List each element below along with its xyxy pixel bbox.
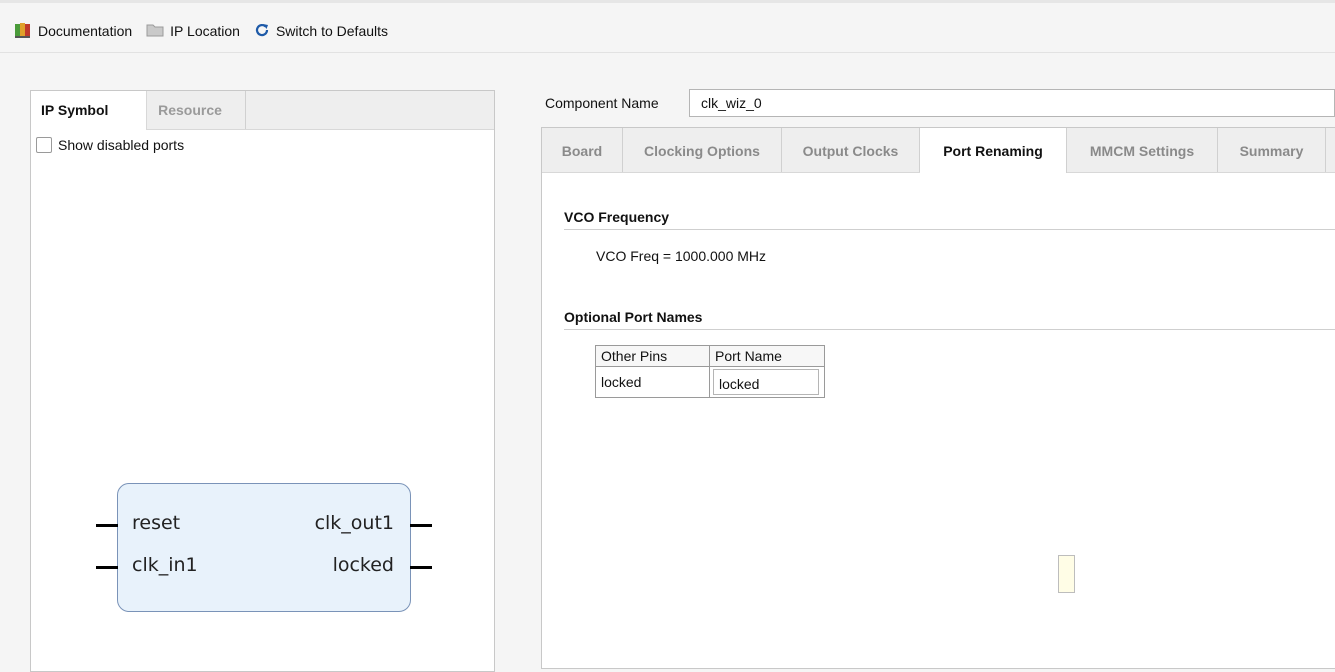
top-border bbox=[0, 0, 1335, 3]
pin-label-clk-in1: clk_in1 bbox=[132, 554, 198, 576]
folder-icon bbox=[146, 22, 164, 41]
vco-frequency-title: VCO Frequency bbox=[564, 209, 670, 225]
optional-port-names-title: Optional Port Names bbox=[564, 309, 703, 325]
show-disabled-ports-checkbox[interactable] bbox=[36, 137, 52, 153]
pin-label-reset: reset bbox=[132, 512, 181, 534]
documentation-label: Documentation bbox=[38, 23, 133, 39]
show-disabled-ports-label: Show disabled ports bbox=[58, 137, 185, 153]
table-header-row: Other Pins Port Name bbox=[595, 345, 825, 367]
book-icon bbox=[14, 21, 32, 42]
ip-symbol-block: reset clk_in1 clk_out1 locked bbox=[96, 483, 432, 612]
pin-locked-line bbox=[410, 566, 432, 569]
vco-freq-value: VCO Freq = 1000.000 MHz bbox=[596, 248, 767, 264]
pin-clk-out1-line bbox=[410, 524, 432, 527]
pin-reset-line bbox=[96, 524, 118, 527]
header-port-name: Port Name bbox=[709, 345, 825, 367]
pin-label-clk-out1: clk_out1 bbox=[314, 512, 394, 534]
left-tab-bar: IP Symbol Resource bbox=[31, 91, 494, 130]
ip-symbol-panel: IP Symbol Resource Show disabled ports r… bbox=[30, 90, 495, 672]
ip-location-button[interactable]: IP Location bbox=[146, 22, 240, 41]
pin-clk-in1-line bbox=[96, 566, 118, 569]
port-names-table: Other Pins Port Name locked locked bbox=[595, 345, 825, 398]
tab-clocking-options[interactable]: Clocking Options bbox=[623, 128, 782, 172]
table-row: locked locked bbox=[595, 366, 825, 398]
switch-to-defaults-button[interactable]: Switch to Defaults bbox=[254, 22, 388, 41]
tab-mmcm-settings[interactable]: MMCM Settings bbox=[1067, 128, 1218, 172]
cell-pin: locked bbox=[595, 366, 710, 398]
tab-ip-symbol[interactable]: IP Symbol bbox=[31, 91, 147, 130]
optional-section-divider bbox=[564, 329, 1335, 330]
tab-output-clocks[interactable]: Output Clocks bbox=[782, 128, 920, 172]
tab-board[interactable]: Board bbox=[542, 128, 623, 172]
show-disabled-ports-option[interactable]: Show disabled ports bbox=[36, 137, 184, 153]
header-other-pins: Other Pins bbox=[595, 345, 710, 367]
config-tab-bar: Board Clocking Options Output Clocks Por… bbox=[542, 128, 1335, 173]
vco-section-divider bbox=[564, 229, 1335, 230]
tab-summary[interactable]: Summary bbox=[1218, 128, 1326, 172]
toolbar-divider bbox=[0, 52, 1335, 53]
pin-label-locked: locked bbox=[332, 554, 394, 576]
tooltip-box bbox=[1058, 555, 1075, 593]
cell-port-name: locked bbox=[709, 366, 825, 398]
component-name-input[interactable]: clk_wiz_0 bbox=[689, 89, 1335, 117]
documentation-button[interactable]: Documentation bbox=[14, 21, 132, 42]
refresh-icon bbox=[254, 22, 270, 41]
toolbar: Documentation IP Location Switch to Defa… bbox=[14, 19, 388, 43]
configuration-panel: Board Clocking Options Output Clocks Por… bbox=[541, 127, 1335, 669]
component-name-label: Component Name bbox=[545, 95, 659, 111]
tab-port-renaming[interactable]: Port Renaming bbox=[920, 128, 1067, 173]
tab-resource[interactable]: Resource bbox=[135, 91, 246, 129]
switch-defaults-label: Switch to Defaults bbox=[275, 23, 389, 39]
port-name-input[interactable]: locked bbox=[713, 369, 819, 395]
ip-location-label: IP Location bbox=[170, 23, 240, 39]
